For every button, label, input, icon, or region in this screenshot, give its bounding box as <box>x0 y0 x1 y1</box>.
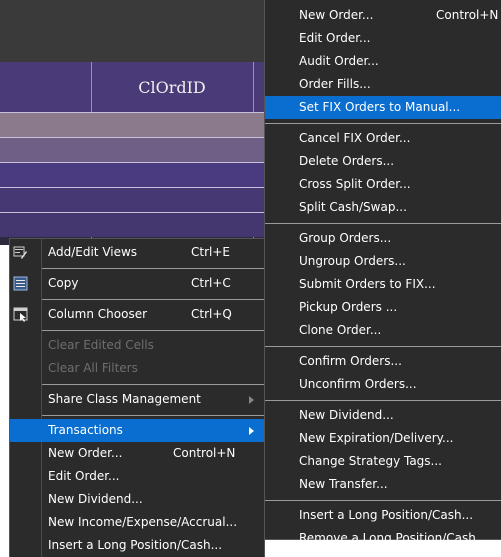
menu-separator <box>265 223 501 224</box>
menu-item-label: Edit Order... <box>299 31 371 45</box>
menu-separator <box>265 346 501 347</box>
submenu-item-confirm-orders[interactable]: Confirm Orders... <box>265 350 501 373</box>
submenu-item-clone-order[interactable]: Clone Order... <box>265 319 501 342</box>
menu-item-label: Pickup Orders ... <box>299 300 398 314</box>
menu-item-add-edit-views[interactable]: Add/Edit Views Ctrl+E <box>10 241 264 264</box>
submenu-item-new-expiration-delivery[interactable]: New Expiration/Delivery... <box>265 427 501 450</box>
submenu-arrow-icon <box>249 396 254 404</box>
menu-separator <box>265 500 501 501</box>
submenu-item-ungroup-orders[interactable]: Ungroup Orders... <box>265 250 501 273</box>
menu-item-label: New Dividend... <box>299 408 394 422</box>
menu-item-column-chooser[interactable]: Column Chooser Ctrl+Q <box>10 303 264 326</box>
column-chooser-icon <box>13 307 28 322</box>
menu-item-share-class-management[interactable]: Share Class Management <box>10 388 264 411</box>
menu-item-label: Cross Split Order... <box>299 177 411 191</box>
menu-item-clear-all-filters[interactable]: Clear All Filters <box>10 357 264 380</box>
menu-item-label: Share Class Management <box>48 392 201 406</box>
menu-item-label: Column Chooser <box>48 307 148 321</box>
menu-item-label: Clear Edited Cells <box>48 338 154 352</box>
menu-item-label: Edit Order... <box>48 469 120 483</box>
grid-toolbar-area <box>0 0 265 62</box>
menu-item-label: Set FIX Orders to Manual... <box>299 100 461 114</box>
submenu-item-submit-orders-to-fix[interactable]: Submit Orders to FIX... <box>265 273 501 296</box>
menu-item-new-order[interactable]: New Order... Control+N <box>10 442 264 465</box>
grid-header-row: ClOrdID <box>0 62 265 112</box>
menu-separator <box>265 400 501 401</box>
submenu-item-pickup-orders[interactable]: Pickup Orders ... <box>265 296 501 319</box>
submenu-item-new-dividend[interactable]: New Dividend... <box>265 404 501 427</box>
menu-separator <box>41 299 264 300</box>
edit-views-icon <box>13 245 28 260</box>
menu-item-label: Insert a Long Position/Cash... <box>299 508 474 522</box>
menu-item-shortcut: Ctrl+E <box>191 245 230 259</box>
submenu-arrow-icon <box>249 427 254 435</box>
submenu-item-change-strategy-tags[interactable]: Change Strategy Tags... <box>265 450 501 473</box>
table-row[interactable] <box>0 212 265 237</box>
menu-item-label: Unconfirm Orders... <box>299 377 417 391</box>
submenu-item-new-transfer[interactable]: New Transfer... <box>265 473 501 496</box>
menu-item-label: Insert a Long Position/Cash... <box>48 538 223 552</box>
menu-item-label: Cancel FIX Order... <box>299 131 411 145</box>
menu-item-label: Submit Orders to FIX... <box>299 277 436 291</box>
menu-item-transactions[interactable]: Transactions <box>10 419 264 442</box>
submenu-item-cancel-fix-order[interactable]: Cancel FIX Order... <box>265 127 501 150</box>
menu-item-label: New Income/Expense/Accrual... <box>48 515 238 529</box>
menu-item-shortcut: Control+N <box>173 446 236 460</box>
menu-item-label: Split Cash/Swap... <box>299 200 407 214</box>
menu-item-new-dividend[interactable]: New Dividend... <box>10 488 264 511</box>
submenu-item-insert-long-position-cash[interactable]: Insert a Long Position/Cash... <box>265 504 501 527</box>
menu-item-label: Change Strategy Tags... <box>299 454 442 468</box>
table-row[interactable] <box>0 137 265 162</box>
submenu-item-group-orders[interactable]: Group Orders... <box>265 227 501 250</box>
menu-item-insert-long-position-cash[interactable]: Insert a Long Position/Cash... <box>10 534 264 557</box>
copy-icon <box>13 276 28 291</box>
menu-item-shortcut: Ctrl+C <box>191 276 231 290</box>
menu-item-label: Delete Orders... <box>299 154 395 168</box>
menu-item-label: Ungroup Orders... <box>299 254 406 268</box>
table-row[interactable] <box>0 112 265 137</box>
menu-item-label: Confirm Orders... <box>299 354 402 368</box>
menu-item-edit-order[interactable]: Edit Order... <box>10 465 264 488</box>
menu-separator <box>41 415 264 416</box>
menu-item-label: New Dividend... <box>48 492 143 506</box>
submenu-item-new-order[interactable]: New Order... Control+N <box>265 4 501 27</box>
menu-item-label: Order Fills... <box>299 77 371 91</box>
menu-separator <box>41 268 264 269</box>
menu-item-shortcut: Ctrl+Q <box>191 307 232 321</box>
submenu-item-edit-order[interactable]: Edit Order... <box>265 27 501 50</box>
menu-item-label: New Order... <box>299 8 374 22</box>
transactions-submenu: New Order... Control+N Edit Order... Aud… <box>265 0 501 545</box>
menu-item-label: Copy <box>48 276 79 290</box>
menu-item-clear-edited-cells[interactable]: Clear Edited Cells <box>10 334 264 357</box>
menu-item-label: Group Orders... <box>299 231 392 245</box>
submenu-item-cross-split-order[interactable]: Cross Split Order... <box>265 173 501 196</box>
menu-item-label: New Expiration/Delivery... <box>299 431 454 445</box>
submenu-item-delete-orders[interactable]: Delete Orders... <box>265 150 501 173</box>
menu-item-label: Audit Order... <box>299 54 379 68</box>
table-row[interactable] <box>0 187 265 212</box>
table-row[interactable] <box>0 162 265 187</box>
menu-separator <box>41 330 264 331</box>
orders-grid: ClOrdID <box>0 0 265 245</box>
submenu-item-split-cash-swap[interactable]: Split Cash/Swap... <box>265 196 501 219</box>
submenu-item-order-fills[interactable]: Order Fills... <box>265 73 501 96</box>
column-header-clordid[interactable]: ClOrdID <box>91 62 253 112</box>
menu-item-label: Clear All Filters <box>48 361 138 375</box>
menu-item-copy[interactable]: Copy Ctrl+C <box>10 272 264 295</box>
menu-item-label: Add/Edit Views <box>48 245 138 259</box>
menu-item-label: New Transfer... <box>299 477 388 491</box>
menu-separator <box>41 384 264 385</box>
menu-item-shortcut: Control+N <box>436 8 499 22</box>
submenu-item-audit-order[interactable]: Audit Order... <box>265 50 501 73</box>
menu-item-label: Clone Order... <box>299 323 382 337</box>
submenu-item-unconfirm-orders[interactable]: Unconfirm Orders... <box>265 373 501 396</box>
menu-item-label: Transactions <box>48 423 123 437</box>
menu-item-new-income-expense-accrual[interactable]: New Income/Expense/Accrual... <box>10 511 264 534</box>
submenu-item-set-fix-orders-to-manual[interactable]: Set FIX Orders to Manual... <box>265 96 501 119</box>
context-menu: Add/Edit Views Ctrl+E Copy Ctrl+C Column… <box>10 239 264 557</box>
menu-item-label: New Order... <box>48 446 123 460</box>
menu-separator <box>265 123 501 124</box>
